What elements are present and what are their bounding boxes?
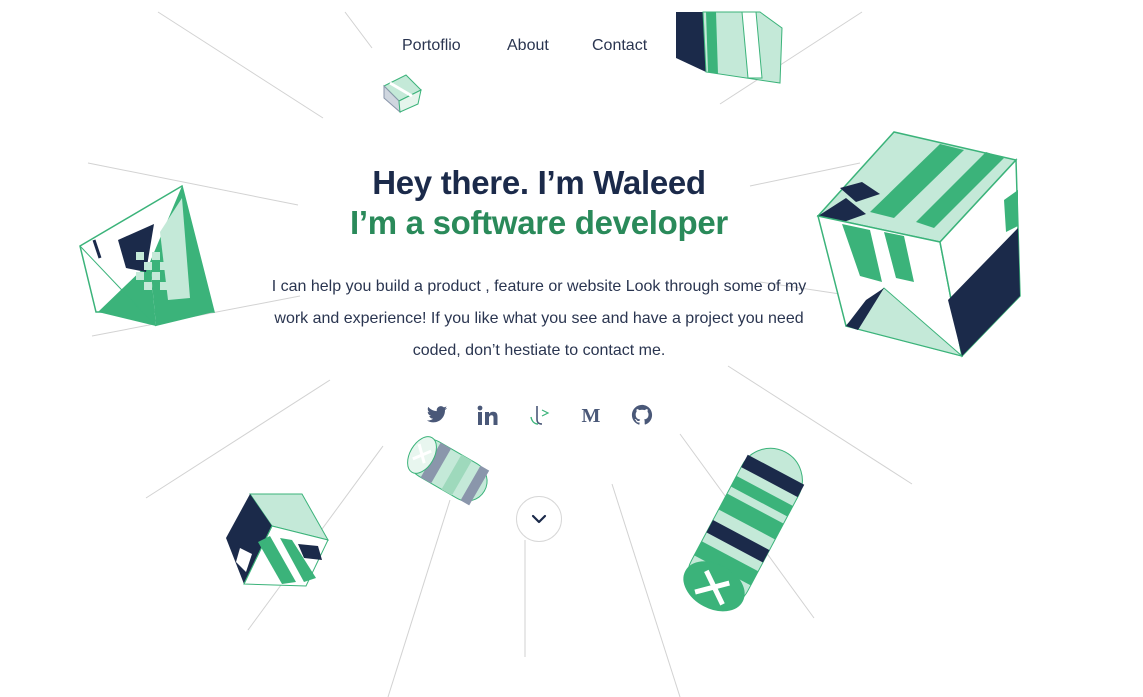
large-cylinder-shape [683,447,805,612]
upwork-icon[interactable] [525,400,553,430]
github-icon[interactable] [628,400,656,430]
scroll-down-button[interactable] [516,496,562,542]
hero-greeting: Hey there. I’m Waleed [372,164,706,201]
hero-description: I can help you build a product , feature… [271,278,807,359]
medium-icon[interactable]: M [577,400,605,430]
hero-section: Hey there. I’m Waleed I’m a software dev… [254,163,824,367]
svg-text:M: M [582,405,601,425]
hero-role: I’m a software developer [350,204,728,241]
nav-link-contact[interactable]: Contact [592,37,647,55]
nav-link-about[interactable]: About [507,37,549,55]
social-links: M [0,400,1143,430]
small-cube-shape [383,74,422,114]
chevron-down-icon [531,514,547,524]
linkedin-icon[interactable] [474,400,502,430]
small-cylinder-shape [407,436,490,506]
bottom-left-cube-shape [226,493,330,587]
left-crystal-shape [79,184,215,327]
nav-link-portfolio[interactable]: Portoflio [402,37,461,55]
main-nav: Portoflio About Contact [0,37,1143,57]
twitter-icon[interactable] [423,400,451,430]
